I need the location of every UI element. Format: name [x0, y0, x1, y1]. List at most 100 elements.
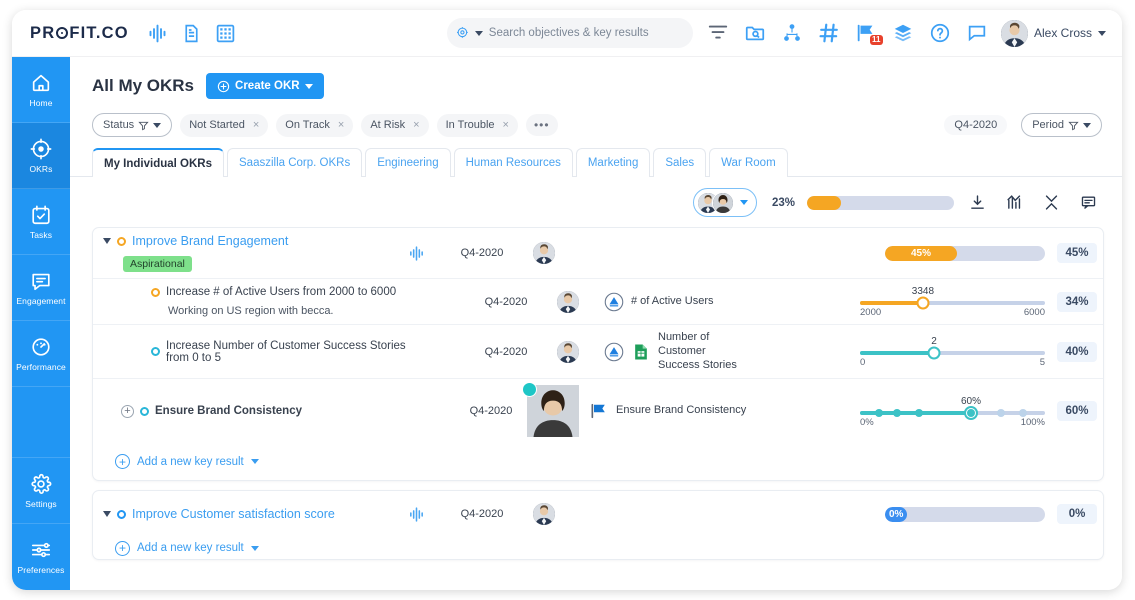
- tab-war-room[interactable]: War Room: [709, 148, 788, 177]
- tab-sales[interactable]: Sales: [653, 148, 707, 177]
- increase-metric-icon: [604, 292, 624, 312]
- key-result-slider[interactable]: 2 0 5: [860, 336, 1045, 368]
- add-key-result-button[interactable]: + Add a new key result: [93, 537, 1103, 559]
- tab-label: War Room: [721, 157, 776, 169]
- add-key-result-button[interactable]: + Add a new key result: [93, 443, 1103, 480]
- filter-chip-not-started[interactable]: Not Started ×: [180, 113, 269, 137]
- key-result-status-dot: [140, 406, 149, 416]
- search-scope-chevron-down-icon[interactable]: [474, 30, 483, 36]
- add-key-result-chevron-down-icon: [250, 545, 259, 551]
- status-filter-button[interactable]: Status: [92, 113, 173, 137]
- avatar: [557, 290, 579, 313]
- key-result-owner[interactable]: [542, 290, 594, 313]
- chat-icon[interactable]: [966, 22, 988, 44]
- org-tree-icon[interactable]: [781, 22, 803, 44]
- search-input[interactable]: [488, 27, 681, 39]
- sidebar-item-preferences[interactable]: Preferences: [12, 524, 70, 590]
- flag-badge-count: 11: [869, 35, 883, 45]
- owner-filter-avatars[interactable]: [692, 188, 757, 217]
- key-result-title[interactable]: Increase Number of Customer Success Stor…: [166, 340, 410, 364]
- key-result-slider[interactable]: 3348 2000 6000: [860, 286, 1045, 318]
- download-icon[interactable]: [964, 189, 991, 216]
- spreadsheet-icon[interactable]: [631, 342, 651, 362]
- key-result-row: Increase # of Active Users from 2000 to …: [93, 278, 1103, 324]
- objective-align-cell[interactable]: [386, 506, 446, 523]
- document-icon[interactable]: [181, 23, 202, 44]
- close-icon[interactable]: ×: [413, 119, 419, 131]
- avatar: [533, 242, 555, 264]
- grid-icon[interactable]: [215, 23, 236, 44]
- filter-chip-on-track[interactable]: On Track ×: [276, 113, 354, 137]
- sidebar-item-home[interactable]: Home: [12, 57, 70, 123]
- objective-progress-bar: 0%: [885, 506, 1045, 522]
- search-scope-icon[interactable]: [456, 26, 469, 41]
- key-result-title-cell: Increase Number of Customer Success Stor…: [93, 340, 410, 364]
- key-result-percent-cell: 60%: [1051, 401, 1103, 422]
- tab-human-resources[interactable]: Human Resources: [453, 148, 573, 177]
- close-icon[interactable]: ×: [503, 119, 509, 131]
- filter-icon[interactable]: [707, 22, 729, 44]
- sidebar-item-engagement[interactable]: Engagement: [12, 255, 70, 321]
- add-key-result-label: Add a new key result: [137, 455, 244, 468]
- selected-period-value: Q4-2020: [944, 115, 1008, 135]
- more-filters-button[interactable]: •••: [525, 114, 558, 136]
- align-icon[interactable]: [147, 23, 168, 44]
- filter-chip-in-trouble[interactable]: In Trouble ×: [436, 113, 518, 137]
- key-result-percent-badge: 60%: [1057, 401, 1097, 422]
- plus-circle-icon: +: [115, 454, 130, 470]
- page-title: All My OKRs: [92, 76, 195, 95]
- close-icon[interactable]: ×: [338, 119, 344, 131]
- expand-milestones-icon[interactable]: +: [121, 404, 134, 418]
- key-result-title[interactable]: Ensure Brand Consistency: [155, 405, 302, 417]
- status-filter-label: Status: [103, 119, 135, 131]
- create-okr-label: Create OKR: [235, 80, 300, 92]
- help-icon[interactable]: [929, 22, 951, 44]
- key-result-owner[interactable]: [522, 382, 579, 438]
- folder-search-icon[interactable]: [744, 22, 766, 44]
- objective-title[interactable]: Improve Brand Engagement: [132, 234, 288, 248]
- sidebar-item-performance[interactable]: Performance: [12, 321, 70, 387]
- close-icon[interactable]: ×: [253, 119, 259, 131]
- key-result-title-cell: Increase # of Active Users from 2000 to …: [93, 286, 410, 317]
- key-result-owner[interactable]: [542, 340, 594, 363]
- key-result-title[interactable]: Increase # of Active Users from 2000 to …: [166, 286, 396, 298]
- sidebar-item-settings[interactable]: Settings: [12, 458, 70, 524]
- tab-my-individual-okrs[interactable]: My Individual OKRs: [92, 148, 224, 177]
- sidebar-item-label: Performance: [16, 361, 66, 372]
- search-box[interactable]: [446, 18, 693, 48]
- tab-engineering[interactable]: Engineering: [365, 148, 451, 177]
- chart-icon[interactable]: [1001, 189, 1028, 216]
- top-quick-icons: [147, 23, 236, 44]
- logo[interactable]: PR FIT.CO: [30, 24, 129, 43]
- sidebar-item-okrs[interactable]: OKRs: [12, 123, 70, 189]
- okr-list: Improve Brand Engagement Aspirational Q4…: [70, 227, 1122, 590]
- period-filter-button[interactable]: Period: [1021, 113, 1102, 137]
- gear-icon: [30, 473, 52, 495]
- flag-icon[interactable]: 11: [855, 22, 883, 45]
- key-result-metric-name: Ensure Brand Consistency: [616, 404, 747, 417]
- create-okr-button[interactable]: Create OKR: [206, 73, 324, 99]
- user-chevron-down-icon[interactable]: [1098, 30, 1106, 36]
- collapse-icon[interactable]: [1038, 189, 1065, 216]
- layers-icon[interactable]: [892, 22, 914, 44]
- key-result-progress-cell: 60% 0% 100%: [771, 396, 1051, 428]
- tab-saaszilla-corp-okrs[interactable]: Saaszilla Corp. OKRs: [227, 148, 363, 177]
- expand-collapse-triangle-icon[interactable]: [103, 511, 111, 518]
- key-result-milestone-slider[interactable]: 60% 0% 100%: [860, 396, 1045, 428]
- user-menu[interactable]: Alex Cross: [1000, 19, 1106, 47]
- avatar-stack: [696, 191, 734, 214]
- objective-owner[interactable]: [518, 242, 570, 264]
- sidebar-item-tasks[interactable]: Tasks: [12, 189, 70, 255]
- sidebar-item-label: OKRs: [29, 163, 53, 174]
- tab-marketing[interactable]: Marketing: [575, 148, 651, 177]
- objective-owner[interactable]: [518, 503, 570, 526]
- comment-icon[interactable]: [1075, 189, 1102, 216]
- sidebar: Home OKRs Tasks Engagement Performance S…: [12, 57, 70, 590]
- objective-title[interactable]: Improve Customer satisfaction score: [132, 507, 335, 521]
- filter-chip-at-risk[interactable]: At Risk ×: [361, 113, 429, 137]
- overall-progress-label: 23%: [771, 196, 795, 209]
- objective-title-line: Improve Customer satisfaction score: [103, 507, 386, 521]
- hash-icon[interactable]: [818, 22, 840, 44]
- expand-collapse-triangle-icon[interactable]: [103, 238, 111, 244]
- objective-align-cell[interactable]: [386, 245, 446, 262]
